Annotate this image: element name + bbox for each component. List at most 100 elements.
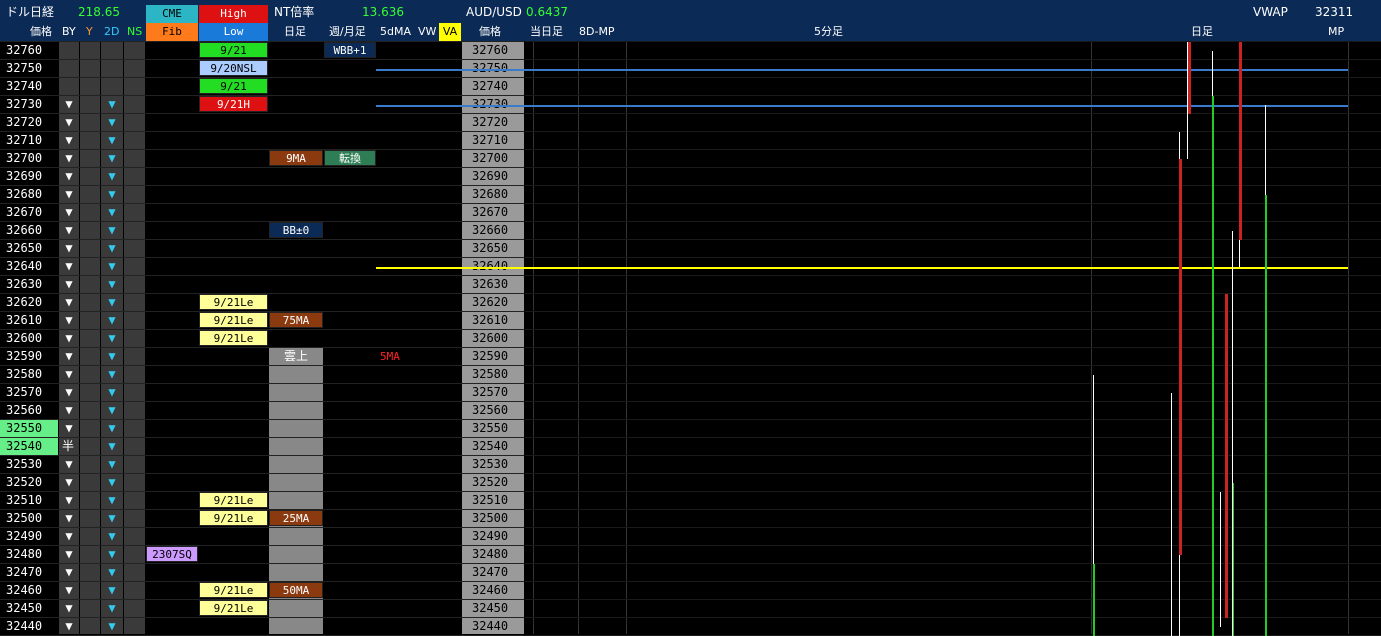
down-arrow-icon: ▼ bbox=[65, 169, 73, 183]
price-cell-right: 32500 bbox=[472, 511, 509, 525]
level-tag: 転換 bbox=[324, 150, 376, 166]
down-arrow-icon: ▼ bbox=[65, 367, 73, 381]
row-separator bbox=[525, 563, 1381, 564]
price-cell-right: 32670 bbox=[472, 205, 509, 219]
price-cell-right: 32530 bbox=[472, 457, 509, 471]
price-cell-right: 32440 bbox=[472, 619, 509, 633]
candle-bar bbox=[1212, 96, 1214, 636]
down-arrow-icon: ▼ bbox=[108, 439, 116, 453]
down-arrow-icon: ▼ bbox=[108, 529, 116, 543]
row-separator bbox=[0, 347, 524, 348]
header-value: 32311 bbox=[1315, 5, 1354, 19]
col-va: VA bbox=[439, 23, 461, 41]
candle-bar bbox=[1239, 42, 1242, 240]
price-cell: 32750 bbox=[6, 61, 43, 75]
ma5-label: 5MA bbox=[380, 350, 400, 363]
down-arrow-icon: ▼ bbox=[108, 493, 116, 507]
col-weekmonth: 週/月足 bbox=[329, 25, 366, 38]
price-cell: 32710 bbox=[6, 133, 43, 147]
col-2d: 2D bbox=[104, 25, 120, 38]
row-separator bbox=[0, 437, 524, 438]
row-separator bbox=[525, 311, 1381, 312]
candle-bar bbox=[1220, 492, 1221, 627]
down-arrow-icon: ▼ bbox=[108, 583, 116, 597]
down-arrow-icon: ▼ bbox=[65, 457, 73, 471]
col-daily-chart: 日足 bbox=[1191, 25, 1213, 38]
row-separator bbox=[0, 401, 524, 402]
price-cell: 32570 bbox=[6, 385, 43, 399]
level-tag: 9/21Le bbox=[199, 510, 268, 526]
price-cell: 32670 bbox=[6, 205, 43, 219]
down-arrow-icon: ▼ bbox=[108, 475, 116, 489]
price-cell: 32610 bbox=[6, 313, 43, 327]
fib-label: Fib bbox=[146, 23, 198, 41]
row-separator bbox=[525, 167, 1381, 168]
row-separator bbox=[525, 527, 1381, 528]
row-separator bbox=[525, 203, 1381, 204]
down-arrow-icon: ▼ bbox=[65, 97, 73, 111]
down-arrow-icon: ▼ bbox=[108, 457, 116, 471]
candle-bar bbox=[1232, 231, 1233, 636]
row-separator bbox=[0, 203, 524, 204]
price-cell: 32730 bbox=[6, 97, 43, 111]
row-separator bbox=[0, 527, 524, 528]
price-cell: 32760 bbox=[6, 43, 43, 57]
price-cell-right: 32480 bbox=[472, 547, 509, 561]
down-arrow-icon: ▼ bbox=[108, 205, 116, 219]
level-tag: 2307SQ bbox=[146, 546, 198, 562]
level-tag: 75MA bbox=[269, 312, 323, 328]
row-separator bbox=[0, 419, 524, 420]
row-separator bbox=[0, 239, 524, 240]
price-cell-right: 32660 bbox=[472, 223, 509, 237]
down-arrow-icon: ▼ bbox=[65, 241, 73, 255]
price-cell-right: 32680 bbox=[472, 187, 509, 201]
candle-bar bbox=[1225, 294, 1228, 618]
row-separator bbox=[0, 455, 524, 456]
down-arrow-icon: ▼ bbox=[65, 277, 73, 291]
row-separator bbox=[525, 617, 1381, 618]
price-cell: 32690 bbox=[6, 169, 43, 183]
header-value: ドル日経 bbox=[6, 5, 55, 19]
header-value: 13.636 bbox=[362, 5, 404, 19]
down-arrow-icon: ▼ bbox=[108, 421, 116, 435]
level-tag: 9/21Le bbox=[199, 582, 268, 598]
row-separator bbox=[0, 617, 524, 618]
candle-bar bbox=[1188, 42, 1191, 114]
row-separator bbox=[525, 221, 1381, 222]
price-cell: 32580 bbox=[6, 367, 43, 381]
down-arrow-icon: ▼ bbox=[65, 313, 73, 327]
row-separator bbox=[525, 239, 1381, 240]
price-cell: 32550 bbox=[6, 421, 43, 435]
level-tag: 50MA bbox=[269, 582, 323, 598]
row-separator bbox=[0, 365, 524, 366]
level-tag: 25MA bbox=[269, 510, 323, 526]
row-separator bbox=[525, 383, 1381, 384]
price-cell-right: 32570 bbox=[472, 385, 509, 399]
header-value: 218.65 bbox=[78, 5, 120, 19]
header-value: NT倍率 bbox=[274, 5, 315, 19]
down-arrow-icon: ▼ bbox=[65, 349, 73, 363]
down-arrow-icon: ▼ bbox=[108, 133, 116, 147]
level-tag: 9/20NSL bbox=[199, 60, 268, 76]
candle-bar bbox=[1171, 393, 1172, 636]
down-arrow-icon: ▼ bbox=[65, 583, 73, 597]
row-separator bbox=[525, 95, 1381, 96]
row-separator bbox=[525, 473, 1381, 474]
price-cell: 32530 bbox=[6, 457, 43, 471]
price-cell: 32740 bbox=[6, 79, 43, 93]
candle-bar bbox=[1179, 159, 1182, 555]
row-separator bbox=[525, 275, 1381, 276]
row-separator bbox=[525, 419, 1381, 420]
price-cell: 32650 bbox=[6, 241, 43, 255]
row-separator bbox=[0, 221, 524, 222]
header-value: 0.6437 bbox=[526, 5, 568, 19]
row-separator bbox=[0, 275, 524, 276]
level-tag: 9/21 bbox=[199, 78, 268, 94]
down-arrow-icon: ▼ bbox=[108, 169, 116, 183]
down-arrow-icon: ▼ bbox=[108, 187, 116, 201]
down-arrow-icon: ▼ bbox=[65, 133, 73, 147]
price-cell: 32600 bbox=[6, 331, 43, 345]
price-cell: 32630 bbox=[6, 277, 43, 291]
price-cell-right: 32560 bbox=[472, 403, 509, 417]
row-separator bbox=[0, 473, 524, 474]
